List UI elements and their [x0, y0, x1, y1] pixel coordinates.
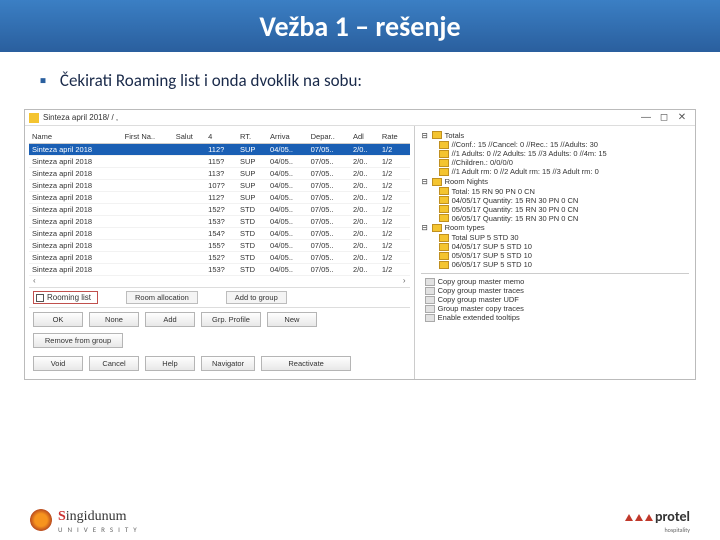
add-button[interactable]: Add	[145, 312, 195, 327]
slide-title: Vežba 1 – rešenje	[259, 9, 460, 44]
reservations-table[interactable]: NameFirst Na..Salut4RT.ArrivaDepar..AdlR…	[29, 130, 410, 276]
col-header[interactable]: 4	[205, 130, 237, 144]
app-window: Sinteza april 2018/ / , — ◻ ✕ NameFirst …	[24, 109, 696, 380]
tree-leaf[interactable]: 05/05/17 SUP 5 STD 10	[421, 251, 689, 260]
tree-leaf[interactable]: 06/05/17 SUP 5 STD 10	[421, 260, 689, 269]
tree-leaf[interactable]: //Children.: 0/0/0/0	[421, 158, 689, 167]
tree-leaf[interactable]: //1 Adults: 0 //2 Adults: 15 //3 Adults:…	[421, 149, 689, 158]
minimize-button[interactable]: —	[637, 112, 655, 123]
new-button[interactable]: New	[267, 312, 317, 327]
tree-panel: ⊟Totals //Conf.: 15 //Cancel: 0 //Rec.: …	[414, 126, 695, 379]
col-header[interactable]: Depar..	[308, 130, 350, 144]
table-row[interactable]: Sinteza april 2018152?STD04/05..07/05..2…	[29, 252, 410, 264]
tree-nights[interactable]: ⊟Room Nights	[421, 176, 689, 186]
folder-icon	[432, 224, 442, 232]
singidunum-logo: Singidunum UNIVERSITY	[30, 506, 142, 534]
table-row[interactable]: Sinteza april 2018152?STD04/05..07/05..2…	[29, 204, 410, 216]
checkbox-icon	[36, 294, 44, 302]
bullet-icon: ▪	[40, 70, 46, 91]
cancel-button[interactable]: Cancel	[89, 356, 139, 371]
table-row[interactable]: Sinteza april 2018113?SUP04/05..07/05..2…	[29, 168, 410, 180]
sun-icon	[30, 509, 52, 531]
button-row-2: Void Cancel Help Navigator Reactivate	[29, 352, 410, 375]
slide-body: ▪ Čekirati Roaming list i onda dvoklik n…	[0, 52, 720, 101]
folder-icon	[432, 131, 442, 139]
navigator-button[interactable]: Navigator	[201, 356, 255, 371]
rooming-list-label: Rooming list	[47, 293, 91, 302]
action-item[interactable]: Copy group master traces	[421, 286, 689, 295]
maximize-button[interactable]: ◻	[655, 112, 673, 123]
window-titlebar: Sinteza april 2018/ / , — ◻ ✕	[25, 110, 695, 126]
col-header[interactable]: Arriva	[267, 130, 308, 144]
action-item[interactable]: Copy group master memo	[421, 277, 689, 286]
tree-types[interactable]: ⊟Room types	[421, 223, 689, 233]
help-button[interactable]: Help	[145, 356, 195, 371]
grid-panel: NameFirst Na..Salut4RT.ArrivaDepar..AdlR…	[25, 126, 414, 379]
tree-leaf[interactable]: 04/05/17 Quantity: 15 RN 30 PN 0 CN	[421, 196, 689, 205]
protel-logo: protel hospitality	[625, 507, 690, 534]
actions-panel: Copy group master memoCopy group master …	[421, 273, 689, 322]
tree-leaf[interactable]: 06/05/17 Quantity: 15 RN 30 PN 0 CN	[421, 214, 689, 223]
col-header[interactable]: First Na..	[122, 130, 173, 144]
action-item[interactable]: Group master copy traces	[421, 304, 689, 313]
col-header[interactable]: Adl	[350, 130, 379, 144]
slide-titlebar: Vežba 1 – rešenje	[0, 0, 720, 52]
tree-leaf[interactable]: Total SUP 5 STD 30	[421, 233, 689, 242]
col-header[interactable]: Salut	[173, 130, 205, 144]
tree-leaf[interactable]: 04/05/17 SUP 5 STD 10	[421, 242, 689, 251]
col-header[interactable]: RT.	[237, 130, 267, 144]
button-row-1: OK None Add Grp. Profile New Remove from…	[29, 308, 410, 352]
reactivate-button[interactable]: Reactivate	[261, 356, 351, 371]
table-row[interactable]: Sinteza april 2018155?STD04/05..07/05..2…	[29, 240, 410, 252]
remove-from-group-button[interactable]: Remove from group	[33, 333, 123, 348]
app-icon	[29, 113, 39, 123]
col-header[interactable]: Rate	[379, 130, 410, 144]
table-row[interactable]: Sinteza april 2018154?STD04/05..07/05..2…	[29, 228, 410, 240]
ok-button[interactable]: OK	[33, 312, 83, 327]
close-button[interactable]: ✕	[673, 112, 691, 123]
table-row[interactable]: Sinteza april 2018107?SUP04/05..07/05..2…	[29, 180, 410, 192]
tree-leaf[interactable]: //Conf.: 15 //Cancel: 0 //Rec.: 15 //Adu…	[421, 140, 689, 149]
action-item[interactable]: Enable extended tooltips	[421, 313, 689, 322]
tree-leaf[interactable]: //1 Adult rm: 0 //2 Adult rm: 15 //3 Adu…	[421, 167, 689, 176]
window-title: Sinteza april 2018/ / ,	[43, 113, 118, 122]
folder-icon	[432, 178, 442, 186]
bullet-text: Čekirati Roaming list i onda dvoklik na …	[60, 70, 362, 91]
add-to-group-button[interactable]: Add to group	[226, 291, 287, 304]
h-scrollbar[interactable]: ‹›	[29, 276, 410, 285]
table-row[interactable]: Sinteza april 2018112?SUP04/05..07/05..2…	[29, 144, 410, 156]
tree-leaf[interactable]: 05/05/17 Quantity: 15 RN 30 PN 0 CN	[421, 205, 689, 214]
table-row[interactable]: Sinteza april 2018112?SUP04/05..07/05..2…	[29, 192, 410, 204]
grp-profile-button[interactable]: Grp. Profile	[201, 312, 261, 327]
rooming-list-checkbox[interactable]: Rooming list	[33, 291, 98, 304]
table-row[interactable]: Sinteza april 2018153?STD04/05..07/05..2…	[29, 264, 410, 276]
action-item[interactable]: Copy group master UDF	[421, 295, 689, 304]
slide-footer: Singidunum UNIVERSITY protel hospitality	[0, 506, 720, 534]
col-header[interactable]: Name	[29, 130, 122, 144]
tree-leaf[interactable]: Total: 15 RN 90 PN 0 CN	[421, 187, 689, 196]
table-row[interactable]: Sinteza april 2018153?STD04/05..07/05..2…	[29, 216, 410, 228]
none-button[interactable]: None	[89, 312, 139, 327]
table-row[interactable]: Sinteza april 2018115?SUP04/05..07/05..2…	[29, 156, 410, 168]
void-button[interactable]: Void	[33, 356, 83, 371]
room-allocation-button[interactable]: Room allocation	[126, 291, 198, 304]
tree-totals[interactable]: ⊟Totals	[421, 130, 689, 140]
